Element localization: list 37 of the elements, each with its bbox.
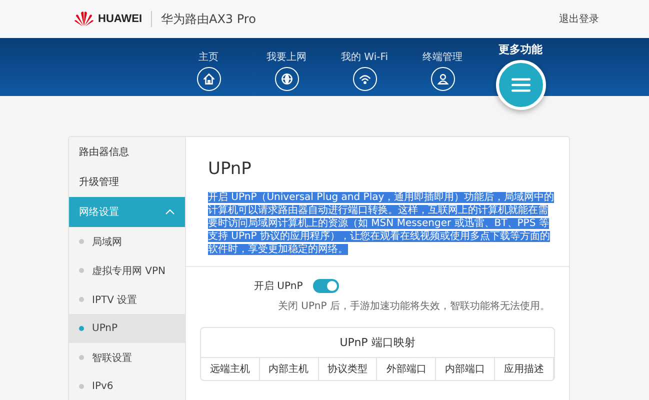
page-title: UPnP <box>208 159 252 179</box>
column-header: 协议类型 <box>318 358 378 380</box>
column-header: 远端主机 <box>201 358 260 380</box>
sidebar-item[interactable]: 升级管理 <box>69 167 185 197</box>
globe-icon <box>278 71 294 87</box>
home-icon <box>200 71 216 87</box>
nav-button[interactable] <box>496 60 546 110</box>
column-header: 内部端口 <box>436 358 496 380</box>
nav-label: 更多功能 <box>498 42 542 57</box>
hint-text: 关闭 UPnP 后，手游加速功能将失效，智联功能将无法使用。 <box>278 300 551 313</box>
nav-button[interactable] <box>352 67 376 91</box>
nav-label: 我要上网 <box>266 50 306 64</box>
nav-button[interactable] <box>274 67 298 91</box>
column-header: 外部端口 <box>377 358 436 380</box>
nav-button[interactable] <box>430 67 454 91</box>
nav-button[interactable] <box>196 67 220 91</box>
person-icon <box>434 71 450 87</box>
nav-label: 终端管理 <box>422 50 462 64</box>
logout-link[interactable]: 退出登录 <box>559 12 599 26</box>
logo-icon <box>74 11 94 27</box>
sidebar-subitem[interactable]: 局域网 <box>69 227 185 256</box>
sidebar-subitem[interactable]: IPv6 <box>69 372 185 400</box>
sidebar-subitem[interactable]: IPTV 设置 <box>69 285 185 314</box>
sidebar-item[interactable]: 路由器信息 <box>69 137 185 167</box>
nav-label: 主页 <box>198 50 218 64</box>
column-header: 应用描述 <box>495 358 554 380</box>
table-title: UPnP 端口映射 <box>201 328 554 358</box>
column-header: 内部主机 <box>260 358 319 380</box>
toggle-label: 开启 UPnP <box>254 280 303 293</box>
product-title: 华为路由AX3 Pro <box>161 10 256 28</box>
nav-label: 我的 Wi-Fi <box>340 50 388 64</box>
upnp-toggle[interactable] <box>312 279 339 293</box>
sidebar-subitem[interactable]: 虚拟专用网 VPN <box>69 256 185 285</box>
sidebar-subitem[interactable]: UPnP <box>69 314 185 343</box>
sidebar-subitem[interactable]: 智联设置 <box>69 343 185 372</box>
brand-name: HUAWEI <box>98 13 142 25</box>
description-text: 开启 UPnP（Universal Plug and Play，通用即插即用）功能后，局域网中的计算机可以请求路由器自动进行端口转换。这样，互联网上的计算机就能在需要时访问局域网计算机上的资源（如 MSN Messenger 或迅雷、BT、PPS 等支持 UPnP 协议的应用程序），让您在观看在线视频或使用多点下载等方面的软件时，享受更加稳定的网络。 <box>208 191 555 256</box>
